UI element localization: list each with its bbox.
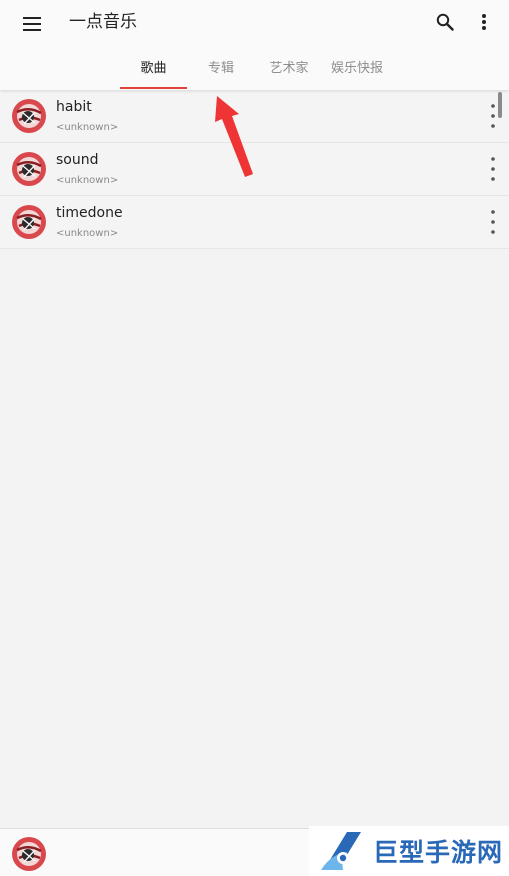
- annotation-arrow: [215, 96, 253, 177]
- app-window: 一点音乐 歌曲 专辑 艺术家 娱乐快报 habit <unknown> soun…: [0, 0, 509, 876]
